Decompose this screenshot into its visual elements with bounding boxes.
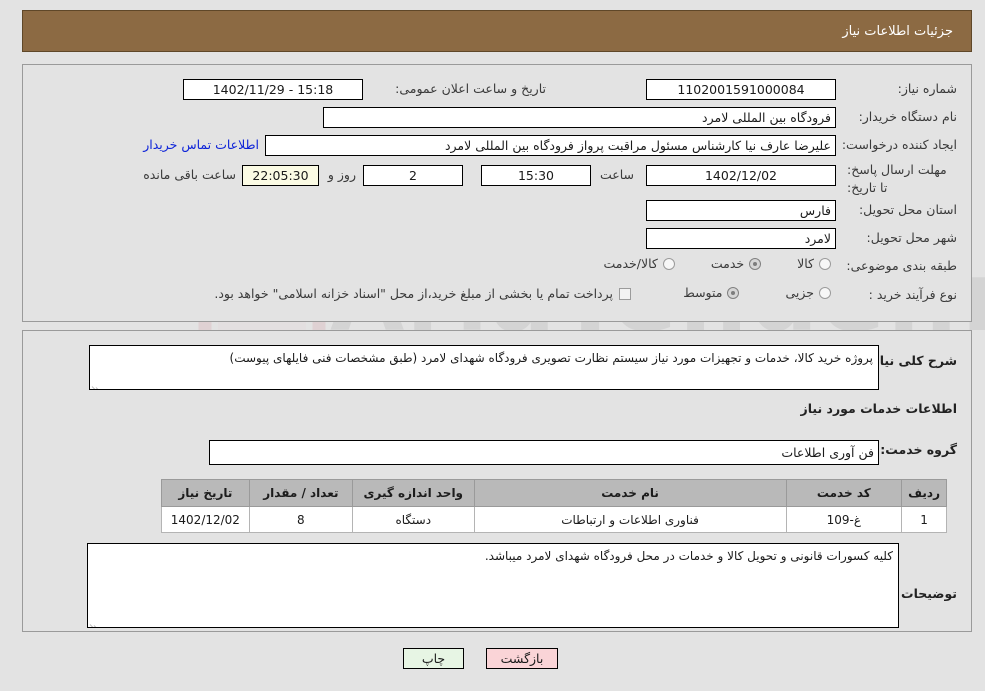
cell-need-date: 1402/12/02 — [161, 506, 250, 533]
cell-unit: دستگاه — [352, 506, 475, 533]
category-option-label: خدمت — [710, 256, 745, 271]
print-button[interactable]: چاپ — [403, 648, 464, 669]
cell-service-name: فناوری اطلاعات و ارتباطات — [473, 506, 787, 533]
treasury-checkbox[interactable] — [619, 287, 631, 300]
category-option-label: کالا/خدمت — [603, 256, 658, 271]
description-textarea[interactable]: پروژه خرید کالا، خدمات و تجهیزات مورد نی… — [89, 345, 879, 390]
creator-label: ایجاد کننده درخواست: — [841, 137, 957, 152]
col-service-name: نام خدمت — [473, 479, 787, 507]
category-radio-icon[interactable] — [819, 257, 831, 270]
buyer-notes-textarea[interactable]: کلیه کسورات قانونی و تحویل کالا و خدمات … — [87, 543, 899, 628]
deadline-label: مهلت ارسال پاسخ: تا تاریخ: — [847, 162, 947, 195]
category-radio-group: کالا خدمت کالا/خدمت — [603, 256, 831, 271]
remaining-suffix-label: ساعت باقی مانده — [143, 167, 236, 182]
city-label: شهر محل تحویل: — [866, 230, 957, 245]
deadline-date-value: 1402/12/02 — [646, 165, 836, 186]
process-radio-group: جزیی متوسط — [683, 285, 831, 300]
province-label: استان محل تحویل: — [858, 202, 957, 217]
process-label: نوع فرآیند خرید : — [868, 287, 957, 302]
category-option-0[interactable]: کالا — [797, 256, 831, 271]
process-option-label: متوسط — [683, 285, 723, 300]
need-number-label: شماره نیاز: — [897, 81, 957, 96]
public-announce-label: تاریخ و ساعت اعلان عمومی: — [395, 81, 546, 96]
remaining-days-value: 2 — [363, 165, 463, 186]
process-radio-icon[interactable] — [819, 286, 831, 299]
col-quantity: تعداد / مقدار — [248, 479, 354, 507]
buyer-notes-value: کلیه کسورات قانونی و تحویل کالا و خدمات … — [484, 549, 893, 563]
treasury-note-group: پرداخت تمام یا بخشی از مبلغ خرید،از محل … — [214, 286, 631, 301]
process-option-0[interactable]: جزیی — [785, 285, 831, 300]
category-radio-icon[interactable] — [662, 257, 675, 270]
page-header: جزئیات اطلاعات نیاز — [22, 10, 972, 52]
buyer-org-value: فرودگاه بین المللی لامرد — [323, 107, 836, 128]
category-option-1[interactable]: خدمت — [710, 256, 762, 271]
category-option-2[interactable]: کالا/خدمت — [603, 256, 675, 271]
resize-grip-icon[interactable] — [90, 616, 100, 626]
cell-quantity: 8 — [248, 506, 354, 533]
description-value: پروژه خرید کالا، خدمات و تجهیزات مورد نی… — [229, 351, 873, 365]
cell-service-code: غ-109 — [785, 506, 903, 533]
category-radio-icon[interactable] — [749, 257, 762, 270]
services-section-heading: اطلاعات خدمات مورد نیاز — [800, 401, 958, 416]
page-root: AriaTender.net جزئیات اطلاعات نیاز شماره… — [0, 0, 985, 691]
province-value: فارس — [646, 200, 836, 221]
service-group-value: فن آوری اطلاعات — [209, 440, 879, 465]
remaining-days-label: روز و — [327, 167, 356, 182]
buyer-contact-link[interactable]: اطلاعات تماس خریدار — [143, 137, 259, 152]
col-unit: واحد اندازه گیری — [352, 479, 475, 507]
category-label: طبقه بندی موضوعی: — [846, 258, 957, 273]
service-group-label: گروه خدمت: — [880, 442, 957, 457]
remaining-countdown-value: 22:05:30 — [242, 165, 319, 186]
deadline-hour-value: 15:30 — [481, 165, 591, 186]
table-row: 1 غ-109 فناوری اطلاعات و ارتباطات دستگاه… — [161, 506, 947, 533]
col-row-no: ردیف — [901, 479, 947, 507]
cell-row-no: 1 — [901, 506, 947, 533]
category-option-label: کالا — [797, 256, 814, 271]
buyer-org-label: نام دستگاه خریدار: — [858, 109, 957, 124]
table-header-row: ردیف کد خدمت نام خدمت واحد اندازه گیری ت… — [161, 479, 947, 507]
creator-value: علیرضا عارف نیا کارشناس مسئول مراقبت پرو… — [265, 135, 836, 156]
description-label: شرح کلی نیاز: — [867, 353, 957, 368]
process-radio-icon[interactable] — [727, 286, 740, 299]
need-details-panel: شرح کلی نیاز: پروژه خرید کالا، خدمات و ت… — [22, 330, 972, 632]
col-need-date: تاریخ نیاز — [161, 479, 250, 507]
deadline-hour-label: ساعت — [599, 167, 634, 182]
city-value: لامرد — [646, 228, 836, 249]
back-button[interactable]: بازگشت — [486, 648, 558, 669]
need-number-value: 1102001591000084 — [646, 79, 836, 100]
resize-grip-icon[interactable] — [92, 378, 102, 388]
public-announce-value: 15:18 - 1402/11/29 — [183, 79, 363, 100]
process-option-1[interactable]: متوسط — [683, 285, 740, 300]
col-service-code: کد خدمت — [785, 479, 903, 507]
page-title: جزئیات اطلاعات نیاز — [842, 23, 953, 39]
services-table: ردیف کد خدمت نام خدمت واحد اندازه گیری ت… — [161, 479, 947, 533]
need-summary-panel: شماره نیاز: 1102001591000084 تاریخ و ساع… — [22, 64, 972, 322]
treasury-note-label: پرداخت تمام یا بخشی از مبلغ خرید،از محل … — [214, 286, 613, 301]
process-option-label: جزیی — [785, 285, 814, 300]
